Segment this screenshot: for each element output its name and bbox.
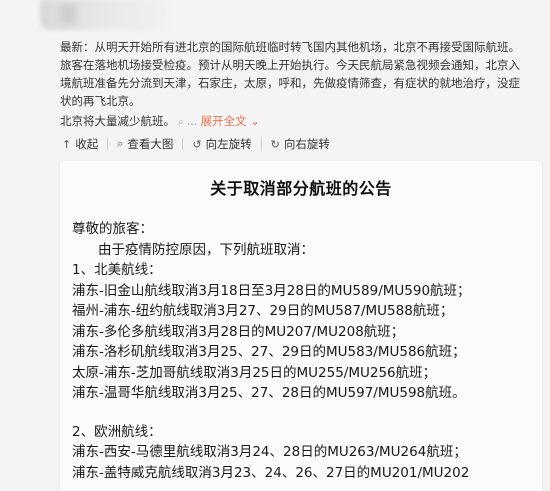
blurred-username	[60, 4, 76, 24]
rotate-right-button[interactable]: ↻ 向右旋转	[267, 136, 334, 152]
rotate-right-label: 向右旋转	[283, 137, 330, 151]
notice-greeting: 尊敬的旅客：	[72, 221, 153, 237]
post-text: 最新：从明天开始所有进北京的国际航班临时转飞国内其他机场，北京不再接受国际航班。…	[60, 40, 520, 108]
magnifier-icon: ⌕	[117, 137, 124, 150]
flight-line: 太原-浦东-芝加哥航线取消3月25日的MU255/MU256航班；	[72, 364, 437, 381]
search-icon: ⌕	[178, 117, 184, 128]
post-tail-text: 北京将大量减少航班。	[60, 114, 175, 128]
rotate-right-icon: ↻	[270, 137, 280, 151]
view-large-button[interactable]: ⌕ 查看大图	[113, 136, 177, 152]
collapse-button[interactable]: ↑ 收起	[58, 136, 102, 152]
notice-title: 关于取消部分航班的公告	[210, 179, 392, 198]
chevron-down-icon: ⌄	[250, 114, 260, 128]
divider	[107, 138, 109, 150]
rotate-left-icon: ↺	[192, 137, 202, 151]
rotate-left-button[interactable]: ↺ 向左旋转	[188, 136, 255, 152]
flight-line: 浦东-温哥华航线取消3月25、27、28日的MU597/MU598航班。	[72, 385, 466, 401]
post-tail: 北京将大量减少航班。 ⌕... 展开全文 ⌄	[60, 112, 260, 132]
ellipsis: ...	[186, 114, 198, 128]
flight-line: 浦东-多伦多航线取消3月28日的MU207/MU208航班；	[72, 323, 405, 340]
expand-label: 展开全文	[200, 114, 247, 128]
notice-intro: 由于疫情防控原因，下列航班取消：	[98, 241, 314, 258]
collapse-label: 收起	[75, 137, 99, 151]
section-heading: 2、欧洲航线：	[72, 423, 162, 440]
flight-line: 浦东-洛杉矶航线取消3月25、27、29日的MU583/MU586航班；	[72, 344, 466, 360]
divider	[182, 138, 184, 150]
flight-line: 浦东-西安-马德里航线取消3月24、28日的MU263/MU264航班；	[72, 444, 467, 460]
flight-line: 福州-浦东-纽约航线取消3月27、29日的MU587/MU588航班；	[72, 303, 454, 319]
notice-image[interactable]: 关于取消部分航班的公告 尊敬的旅客： 由于疫情防控原因，下列航班取消： 1、北美…	[60, 161, 542, 491]
view-large-label: 查看大图	[127, 137, 174, 151]
divider	[260, 138, 262, 150]
collapse-up-icon: ↑	[62, 137, 72, 151]
section-heading: 1、北美航线：	[72, 262, 162, 278]
flight-line: 浦东-旧金山航线取消3月18日至3月28日的MU589/MU590航班；	[72, 282, 471, 299]
expand-full-text-link[interactable]: 展开全文 ⌄	[201, 114, 260, 128]
flight-line: 浦东-盖特威克航线取消3月23、24、26、27日的MU201/MU202	[72, 464, 470, 481]
image-toolbar: ↑ 收起 ⌕ 查看大图 ↺ 向左旋转 ↻ 向右旋转	[58, 134, 334, 154]
notice-body: 尊敬的旅客： 由于疫情防控原因，下列航班取消： 1、北美航线： 浦东-旧金山航线…	[72, 219, 542, 483]
rotate-left-label: 向左旋转	[205, 137, 252, 151]
